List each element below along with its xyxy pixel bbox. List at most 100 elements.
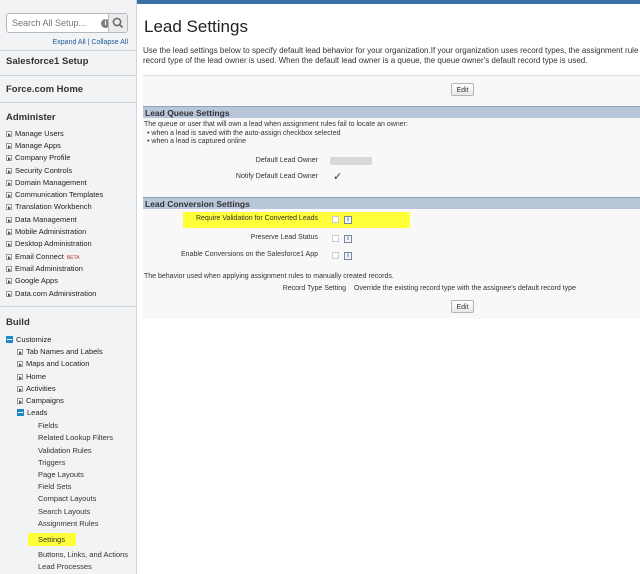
- lead-conversion-settings-header: Lead Conversion Settings: [143, 197, 640, 209]
- search-input[interactable]: [12, 17, 92, 29]
- sidebar-item-page-layouts[interactable]: Page Layouts: [38, 470, 84, 479]
- expand-collapse-links: Expand All | Collapse All: [53, 39, 128, 46]
- expand-triangle-icon[interactable]: [17, 361, 23, 367]
- preserve-lead-status-label: Preserve Lead Status: [250, 234, 318, 241]
- sidebar-item-fields[interactable]: Fields: [38, 421, 58, 430]
- collapse-minus-icon[interactable]: [17, 409, 24, 416]
- divider: [0, 306, 136, 307]
- sidebar-item-manage-users[interactable]: Manage Users: [6, 129, 64, 138]
- sidebar-item-lead-processes[interactable]: Lead Processes: [38, 562, 92, 571]
- sidebar-item-mobile-administration[interactable]: Mobile Administration: [6, 227, 86, 236]
- queue-bullet-1: • when a lead is saved with the auto-ass…: [147, 130, 341, 137]
- expand-triangle-icon[interactable]: [6, 254, 12, 260]
- collapse-all-link[interactable]: Collapse All: [91, 39, 128, 46]
- expand-triangle-icon[interactable]: [6, 155, 12, 161]
- expand-triangle-icon[interactable]: [6, 278, 12, 284]
- expand-triangle-icon[interactable]: [6, 291, 12, 297]
- queue-bullet-2: • when a lead is captured online: [147, 138, 246, 145]
- expand-triangle-icon[interactable]: [6, 229, 12, 235]
- intro-text: Use the lead settings below to specify d…: [143, 46, 640, 66]
- record-type-setting-value: Override the existing record type with t…: [354, 285, 576, 292]
- sidebar-item-buttons-links-actions[interactable]: Buttons, Links, and Actions: [38, 550, 128, 559]
- expand-triangle-icon[interactable]: [17, 398, 23, 404]
- divider: [0, 102, 136, 103]
- expand-triangle-icon[interactable]: [17, 349, 23, 355]
- sidebar-item-datacom-administration[interactable]: Data.com Administration: [6, 289, 96, 298]
- sidebar-item-maps-and-location[interactable]: Maps and Location: [17, 359, 89, 368]
- sidebar-item-email-connect[interactable]: Email Connect BETA: [6, 252, 79, 261]
- sidebar-item-customize[interactable]: Customize: [6, 335, 51, 344]
- expand-triangle-icon[interactable]: [6, 217, 12, 223]
- search-icon: [112, 17, 124, 29]
- expand-triangle-icon[interactable]: [6, 241, 12, 247]
- main-content: Lead Settings Use the lead settings belo…: [143, 0, 640, 574]
- sidebar-item-google-apps[interactable]: Google Apps: [6, 276, 58, 285]
- divider: [0, 75, 136, 76]
- edit-button-bottom[interactable]: Edit: [451, 300, 474, 313]
- sidebar-item-field-sets[interactable]: Field Sets: [38, 482, 71, 491]
- sidebar-item-related-lookup-filters[interactable]: Related Lookup Filters: [38, 433, 113, 442]
- expand-triangle-icon[interactable]: [6, 168, 12, 174]
- require-validation-label: Require Validation for Converted Leads: [195, 215, 318, 222]
- sidebar-item-communication-templates[interactable]: Communication Templates: [6, 190, 103, 199]
- info-icon[interactable]: i: [344, 216, 352, 224]
- sidebar-item-compact-layouts[interactable]: Compact Layouts: [38, 494, 96, 503]
- sidebar-item-data-management[interactable]: Data Management: [6, 215, 77, 224]
- administer-heading: Administer: [6, 112, 56, 123]
- behavior-description: The behavior used when applying assignme…: [144, 273, 394, 280]
- expand-triangle-icon[interactable]: [17, 374, 23, 380]
- enable-conversions-label: Enable Conversions on the Salesforce1 Ap…: [181, 251, 318, 258]
- sidebar-item-validation-rules[interactable]: Validation Rules: [38, 446, 92, 455]
- sidebar-item-home[interactable]: Home: [17, 372, 46, 381]
- sidebar-item-triggers[interactable]: Triggers: [38, 458, 65, 467]
- sidebar-item-manage-apps[interactable]: Manage Apps: [6, 141, 61, 150]
- sidebar-item-leads[interactable]: Leads: [17, 408, 47, 417]
- sidebar-item-search-layouts[interactable]: Search Layouts: [38, 507, 90, 516]
- beta-badge: BETA: [66, 255, 80, 261]
- notify-checkmark: ✓: [333, 171, 343, 183]
- sidebar-item-translation-workbench[interactable]: Translation Workbench: [6, 202, 92, 211]
- default-lead-owner-label: Default Lead Owner: [255, 157, 318, 164]
- sidebar-item-settings[interactable]: Settings: [38, 535, 65, 544]
- edit-button-top[interactable]: Edit: [451, 83, 474, 96]
- info-icon[interactable]: i: [344, 235, 352, 243]
- collapse-minus-icon[interactable]: [6, 336, 13, 343]
- preserve-lead-status-checkbox[interactable]: [332, 235, 339, 242]
- setup-sidebar: i Expand All | Collapse All Salesforce1 …: [0, 0, 137, 574]
- notify-default-owner-label: Notify Default Lead Owner: [235, 173, 318, 180]
- expand-triangle-icon[interactable]: [6, 266, 12, 272]
- build-heading: Build: [6, 317, 30, 328]
- expand-triangle-icon[interactable]: [6, 131, 12, 137]
- queue-description: The queue or user that will own a lead w…: [144, 121, 408, 128]
- expand-triangle-icon[interactable]: [6, 204, 12, 210]
- expand-triangle-icon[interactable]: [17, 386, 23, 392]
- expand-triangle-icon[interactable]: [6, 192, 12, 198]
- sidebar-item-email-administration[interactable]: Email Administration: [6, 264, 83, 273]
- default-lead-owner-value: [330, 157, 372, 165]
- expand-triangle-icon[interactable]: [6, 180, 12, 186]
- expand-triangle-icon[interactable]: [6, 143, 12, 149]
- sidebar-item-security-controls[interactable]: Security Controls: [6, 166, 72, 175]
- record-type-setting-label: Record Type Setting: [282, 285, 346, 292]
- sidebar-item-assignment-rules[interactable]: Assignment Rules: [38, 519, 98, 528]
- require-validation-checkbox[interactable]: [332, 216, 339, 223]
- intro-line-2: record type of the lead owner is used. W…: [143, 56, 588, 65]
- intro-line-1: Use the lead settings below to specify d…: [143, 46, 639, 55]
- divider: [0, 50, 136, 51]
- lead-queue-settings-header: Lead Queue Settings: [143, 106, 640, 118]
- sidebar-item-domain-management[interactable]: Domain Management: [6, 178, 87, 187]
- force-home-link[interactable]: Force.com Home: [6, 84, 83, 95]
- sidebar-item-campaigns[interactable]: Campaigns: [17, 396, 64, 405]
- enable-conversions-checkbox[interactable]: [332, 252, 339, 259]
- sidebar-item-desktop-administration[interactable]: Desktop Administration: [6, 239, 92, 248]
- sidebar-item-tab-names-and-labels[interactable]: Tab Names and Labels: [17, 347, 103, 356]
- sidebar-item-activities[interactable]: Activities: [17, 384, 56, 393]
- page-title: Lead Settings: [144, 17, 248, 36]
- salesforce1-setup-link[interactable]: Salesforce1 Setup: [6, 56, 88, 67]
- expand-all-link[interactable]: Expand All: [53, 39, 86, 46]
- search-button[interactable]: [108, 14, 127, 32]
- info-icon[interactable]: i: [344, 252, 352, 260]
- setup-search-box[interactable]: i: [6, 13, 128, 33]
- settings-panel: Edit Lead Queue Settings The queue or us…: [143, 75, 640, 319]
- sidebar-item-company-profile[interactable]: Company Profile: [6, 153, 70, 162]
